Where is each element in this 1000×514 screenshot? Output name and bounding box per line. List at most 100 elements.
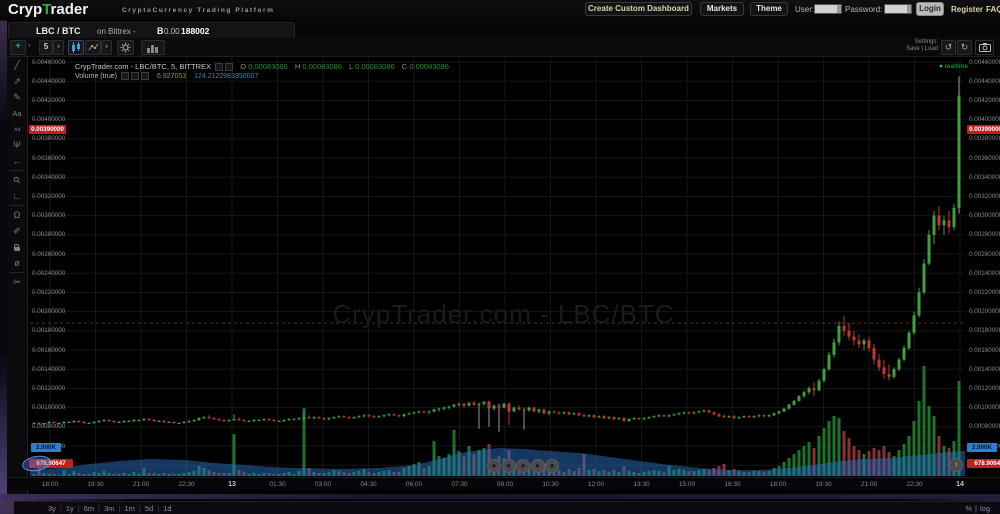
nav-circle-2[interactable]: ● <box>516 459 530 473</box>
price-tick-left: 0.00140000 <box>32 366 65 373</box>
range-1d[interactable]: 1d <box>159 504 175 513</box>
range-3y[interactable]: 3y <box>44 504 60 513</box>
time-tick: 03:00 <box>306 481 340 488</box>
price-tick-right: 0.00340000 <box>969 174 1000 181</box>
time-axis[interactable]: 18:0019:3021:0022:301301:3003:0004:3006:… <box>7 477 1000 490</box>
crosshair-dropdown-icon[interactable]: ▾ <box>27 40 32 53</box>
create-dashboard-button[interactable]: Create Custom Dashboard <box>585 2 692 16</box>
crosshair-icon[interactable]: + <box>10 40 26 55</box>
redo-icon[interactable]: ↻ <box>957 40 972 55</box>
price-tick-right: 0.00380000 <box>969 135 1000 142</box>
login-button[interactable]: Login <box>916 2 944 16</box>
price-tick-right: 0.00400000 <box>969 116 1000 123</box>
price-tick-left: 0.00320000 <box>32 193 65 200</box>
nav-circle-0[interactable]: ● <box>487 459 501 473</box>
line-style-icon[interactable] <box>85 40 101 55</box>
log-scale-toggle[interactable]: log <box>977 504 993 513</box>
password-input[interactable] <box>884 4 912 14</box>
price-tick-left: 0.00120000 <box>32 385 65 392</box>
indicators-gear-icon[interactable] <box>117 40 134 55</box>
scroll-to-realtime-button[interactable]: › <box>949 458 963 472</box>
last-price-label-right: 0.00390000 <box>967 125 1000 134</box>
faq-link[interactable]: FAQ <box>986 5 1000 14</box>
nav-circle-1[interactable]: ● <box>502 459 516 473</box>
price-tick-left: 0.00420000 <box>32 97 65 104</box>
time-tick: 18:00 <box>33 481 67 488</box>
price-tick-right: 0.00100000 <box>969 404 1000 411</box>
settings-save-load[interactable]: Settings:Save | Load <box>906 39 938 53</box>
range-1y[interactable]: 1y <box>62 504 78 513</box>
nav-circle-3[interactable]: ● <box>531 459 545 473</box>
price-tick-left: 0.00240000 <box>32 270 65 277</box>
volume-scale-label-left: 2.000K <box>31 443 61 452</box>
tab-lbc-btc[interactable]: LBC / BTC on Bittrex - B 0.00 188002 <box>8 22 295 39</box>
user-label: User: <box>795 5 814 14</box>
time-tick: 10:30 <box>534 481 568 488</box>
theme-button[interactable]: Theme <box>750 2 788 16</box>
candlestick-chart[interactable] <box>7 57 1000 494</box>
markets-button[interactable]: Markets <box>700 2 744 16</box>
time-tick: 12:00 <box>579 481 613 488</box>
tab-bar: LBC / BTC on Bittrex - B 0.00 188002 <box>7 21 1000 38</box>
chart-legend-title[interactable]: CrypTrader.com - LBC/BTC, 5, BITTREX O 0… <box>75 62 449 71</box>
compare-icon[interactable] <box>141 40 165 55</box>
undo-icon[interactable]: ↺ <box>941 40 956 55</box>
password-label: Password: <box>845 5 882 14</box>
price-tick-right: 0.00360000 <box>969 155 1000 162</box>
time-tick: 22:30 <box>170 481 204 488</box>
time-tick-date: 14 <box>943 481 977 488</box>
range-3m[interactable]: 3m <box>100 504 118 513</box>
time-tick: 19:30 <box>79 481 113 488</box>
scale-toggle: %|log <box>962 504 993 513</box>
user-input[interactable] <box>814 4 842 14</box>
price-tick-left: 0.00360000 <box>32 155 65 162</box>
price-tick-right: 0.00120000 <box>969 385 1000 392</box>
last-price-label-left: 0.00390000 <box>29 125 66 134</box>
candlestick-style-icon[interactable] <box>68 40 84 55</box>
app-window: LBC / BTC on Bittrex - B 0.00 188002 + ▾… <box>7 20 1000 494</box>
time-tick-date: 13 <box>215 481 249 488</box>
price-tick-right: 0.00160000 <box>969 347 1000 354</box>
legend-close-icon[interactable] <box>225 63 233 71</box>
time-tick: 01:30 <box>261 481 295 488</box>
range-selector: 3y|1y|6m|3m|1m|5d|1d <box>44 504 176 513</box>
line-style-dropdown-icon[interactable]: ▾ <box>101 40 112 55</box>
nav-circle-4[interactable]: ● <box>545 459 559 473</box>
time-tick: 16:30 <box>716 481 750 488</box>
volume-eye-icon[interactable] <box>131 72 139 80</box>
price-tick-left: 0.00260000 <box>32 251 65 258</box>
price-tick-left: 0.00380000 <box>32 135 65 142</box>
time-tick: 19:30 <box>807 481 841 488</box>
tab-price-dim: 0.00 <box>164 27 180 36</box>
range-1m[interactable]: 1m <box>121 504 139 513</box>
price-tick-right: 0.00280000 <box>969 231 1000 238</box>
interval-dropdown-icon[interactable]: ▾ <box>53 40 64 55</box>
price-tick-right: 0.00080000 <box>969 423 1000 430</box>
price-tick-left: 0.00220000 <box>32 289 65 296</box>
range-6m[interactable]: 6m <box>80 504 98 513</box>
price-tick-left: 0.00400000 <box>32 116 65 123</box>
price-tick-left: 0.00440000 <box>32 78 65 85</box>
snapshot-camera-icon[interactable] <box>975 40 994 55</box>
volume-close-icon[interactable] <box>141 72 149 80</box>
range-5d[interactable]: 5d <box>141 504 157 513</box>
top-header: CrypTrader CryptoCurrency Trading Platfo… <box>0 0 1000 21</box>
percent-scale-toggle[interactable]: % <box>962 504 975 513</box>
volume-settings-icon[interactable] <box>121 72 129 80</box>
legend-settings-icon[interactable] <box>215 63 223 71</box>
price-tick-right: 0.00300000 <box>969 212 1000 219</box>
time-tick: 13:30 <box>625 481 659 488</box>
tab-pair: LBC / BTC <box>36 26 81 36</box>
register-link[interactable]: Register <box>951 5 983 14</box>
time-tick: 22:30 <box>898 481 932 488</box>
price-tick-left: 0.00080000 <box>32 423 65 430</box>
price-tick-right: 0.00460000 <box>969 59 1000 66</box>
price-tick-right: 0.00320000 <box>969 193 1000 200</box>
interval-button[interactable]: 5 <box>39 40 53 55</box>
bottom-bar: 3y|1y|6m|3m|1m|5d|1d %|log <box>14 501 1000 514</box>
price-tick-right: 0.00420000 <box>969 97 1000 104</box>
price-tick-right: 0.00260000 <box>969 251 1000 258</box>
app-logo: CrypTrader <box>8 1 88 18</box>
price-tick-right: 0.00140000 <box>969 366 1000 373</box>
volume-legend[interactable]: Volume (true) 6.927053 124.2122983350007 <box>75 72 258 80</box>
